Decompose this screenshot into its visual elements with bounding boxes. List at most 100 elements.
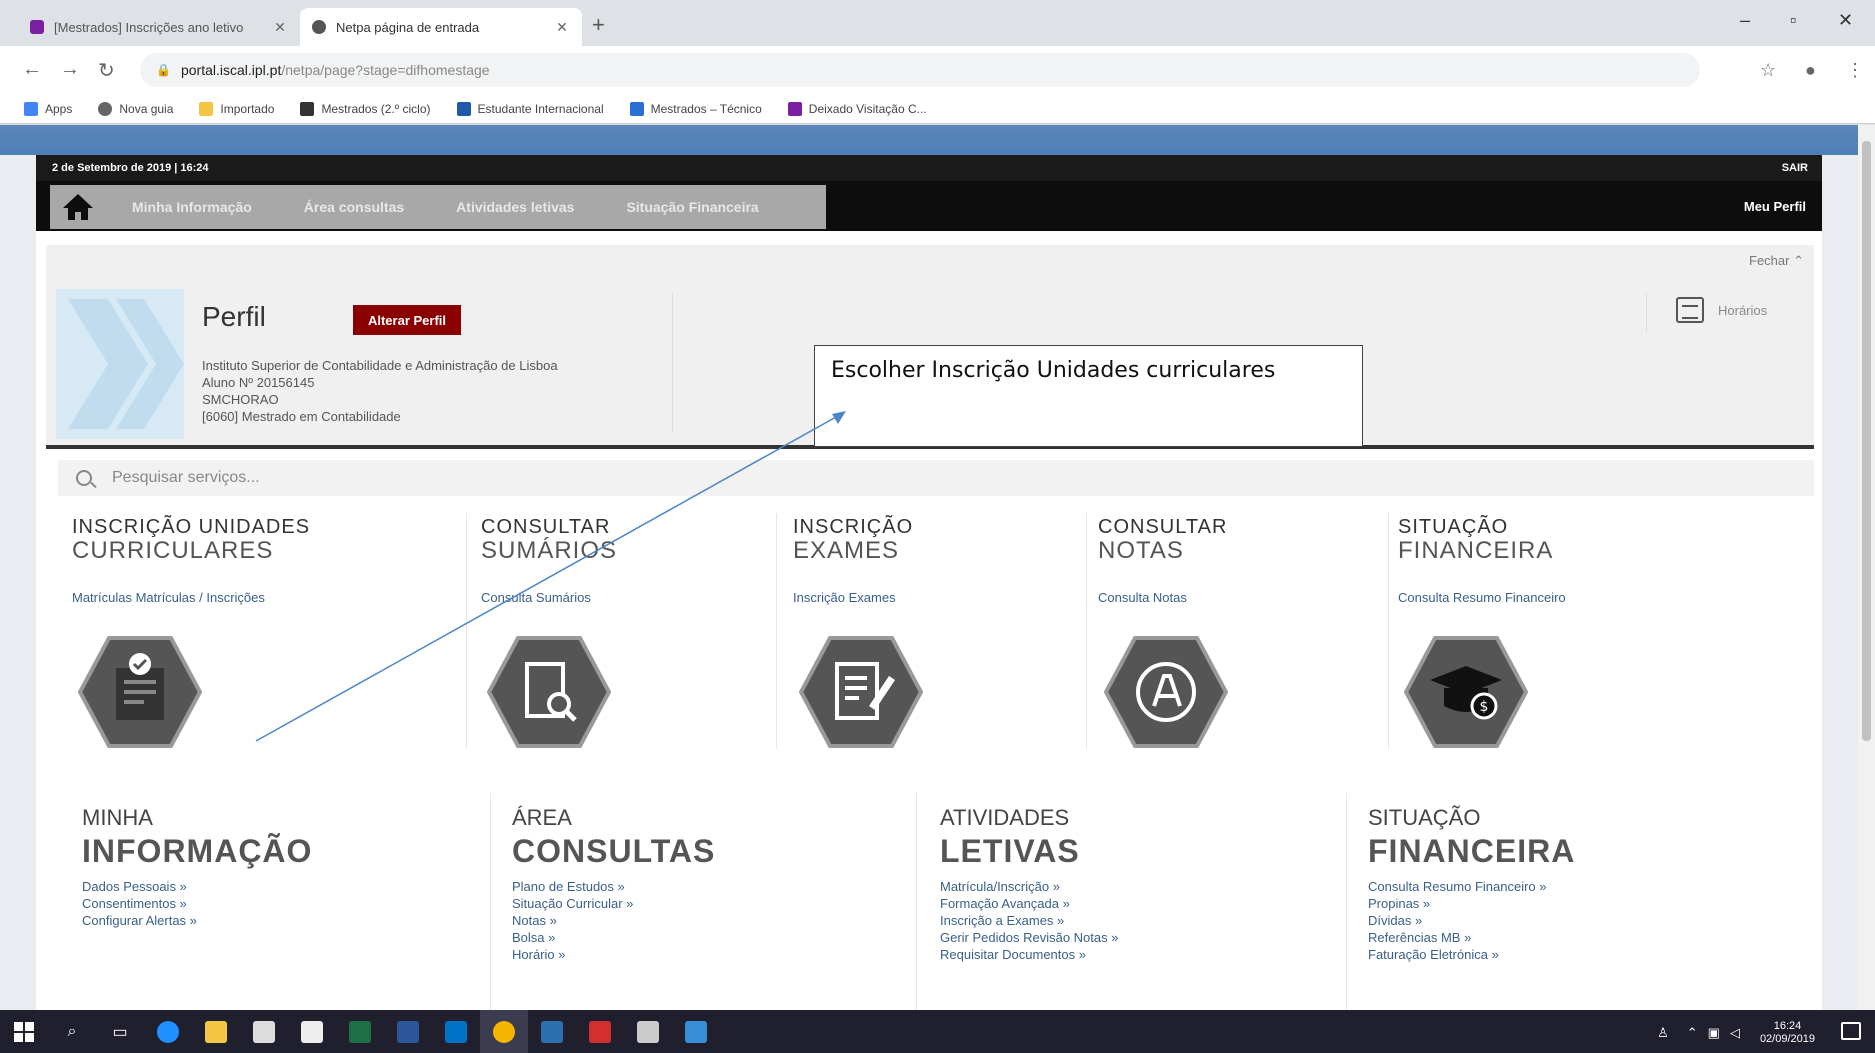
service-inscricao-exames[interactable]: INSCRIÇÃO EXAMES Inscrição Exames (793, 516, 1083, 748)
clock[interactable]: 16:24 02/09/2019 (1760, 1020, 1815, 1046)
clipboard-check-icon[interactable] (78, 636, 202, 748)
bookmark-importado[interactable]: Importado (199, 101, 274, 116)
category-link[interactable]: Inscrição a Exames » (940, 912, 1360, 929)
new-tab-plus-icon[interactable]: + (592, 12, 605, 38)
menu-area-consultas[interactable]: Área consultas (304, 199, 404, 215)
category-link[interactable]: Dados Pessoais » (82, 878, 502, 895)
search-services[interactable]: Pesquisar serviços... (58, 460, 1814, 496)
service-inscricao-ucs[interactable]: INSCRIÇÃO UNIDADES CURRICULARES Matrícul… (72, 516, 362, 748)
category-heading: ATIVIDADES (940, 805, 1070, 830)
service-consultar-notas[interactable]: CONSULTAR NOTAS Consulta Notas (1098, 516, 1388, 748)
page-scrollbar[interactable] (1858, 125, 1875, 1010)
divider (1086, 513, 1087, 749)
volume-icon[interactable]: ◁ (1730, 1025, 1740, 1041)
windows-start-icon[interactable] (0, 1010, 48, 1053)
word-icon[interactable] (384, 1010, 432, 1053)
chevron-up-icon[interactable]: ⌃ (1687, 1025, 1698, 1041)
category-link[interactable]: Propinas » (1368, 895, 1788, 912)
menu-dots-icon[interactable]: ⋮ (1846, 60, 1864, 81)
service-link[interactable]: Matrículas Matrículas / Inscrições (72, 590, 362, 605)
bookmark-estudante-internacional[interactable]: Estudante Internacional (456, 101, 604, 116)
category-link[interactable]: Requisitar Documentos » (940, 946, 1360, 963)
service-link[interactable]: Consulta Sumários (481, 590, 771, 605)
alterar-perfil-button[interactable]: Alterar Perfil (353, 305, 461, 335)
search-icon[interactable]: ⌕ (48, 1010, 96, 1053)
address-bar[interactable]: 🔒 portal.iscal.ipl.pt /netpa/page?stage=… (140, 53, 1700, 87)
category-link[interactable]: Plano de Estudos » (512, 878, 932, 895)
category-link[interactable]: Horário » (512, 946, 932, 963)
exam-edit-icon[interactable] (799, 636, 923, 748)
document-search-icon[interactable] (487, 636, 611, 748)
horarios-link[interactable]: Horários (1676, 297, 1767, 323)
meu-perfil-link[interactable]: Meu Perfil (1744, 199, 1806, 214)
profile-avatar-icon[interactable]: ● (1805, 60, 1816, 81)
app-icon[interactable] (624, 1010, 672, 1053)
chrome-icon[interactable] (480, 1010, 528, 1053)
acrobat-icon[interactable] (576, 1010, 624, 1053)
app-icon[interactable] (528, 1010, 576, 1053)
service-link[interactable]: Consulta Notas (1098, 590, 1388, 605)
maximize-icon[interactable]: ▫ (1790, 10, 1796, 31)
excel-icon[interactable] (336, 1010, 384, 1053)
category-link[interactable]: Bolsa » (512, 929, 932, 946)
menu-atividades-letivas[interactable]: Atividades letivas (456, 199, 574, 215)
edge-icon[interactable] (144, 1010, 192, 1053)
profile-aluno: Aluno Nº 20156145 (202, 375, 315, 390)
scrollbar-thumb[interactable] (1862, 141, 1871, 741)
menu-minha-informacao[interactable]: Minha Informação (132, 199, 252, 215)
category-link[interactable]: Faturação Eletrónica » (1368, 946, 1788, 963)
menu-situacao-financeira[interactable]: Situação Financeira (626, 199, 758, 215)
category-link[interactable]: Situação Curricular » (512, 895, 932, 912)
home-icon[interactable] (50, 185, 106, 229)
category-link[interactable]: Matrícula/Inscrição » (940, 878, 1360, 895)
sair-link[interactable]: SAIR (1782, 162, 1808, 174)
network-icon[interactable]: ▣ (1708, 1025, 1720, 1041)
bookmark-mestrados[interactable]: Mestrados (2.º ciclo) (300, 101, 431, 116)
clock-date: 02/09/2019 (1759, 1033, 1815, 1045)
category-links: Consulta Resumo Financeiro » Propinas » … (1368, 878, 1788, 963)
service-situacao-financeira[interactable]: SITUAÇÃO FINANCEIRA Consulta Resumo Fina… (1398, 516, 1688, 748)
service-link[interactable]: Inscrição Exames (793, 590, 1083, 605)
browser-tab-1[interactable]: [Mestrados] Inscrições ano letivo ✕ (18, 8, 300, 46)
category-link[interactable]: Formação Avançada » (940, 895, 1360, 912)
bookmark-visitacao[interactable]: Deixado Visitação C... (787, 101, 927, 116)
category-link[interactable]: Referências MB » (1368, 929, 1788, 946)
category-link[interactable]: Dívidas » (1368, 912, 1788, 929)
forward-arrow-icon[interactable]: → (60, 58, 80, 81)
service-consultar-sumarios[interactable]: CONSULTAR SUMÁRIOS Consulta Sumários (481, 516, 771, 748)
bookmark-nova-guia[interactable]: Nova guia (98, 101, 173, 116)
netpa-portal: 2 de Setembro de 2019 | 16:24 SAIR Minha… (36, 155, 1822, 1010)
category-link[interactable]: Consulta Resumo Financeiro » (1368, 878, 1788, 895)
back-arrow-icon[interactable]: ← (22, 58, 42, 81)
app-icon[interactable] (672, 1010, 720, 1053)
main-menu: Minha Informação Área consultas Atividad… (36, 181, 1822, 231)
search-input[interactable]: Pesquisar serviços... (112, 469, 260, 487)
tab-close-icon[interactable]: ✕ (272, 19, 288, 36)
file-explorer-icon[interactable] (192, 1010, 240, 1053)
service-subheading: NOTAS (1098, 537, 1184, 564)
search-icon (76, 470, 92, 486)
reload-icon[interactable]: ↻ (98, 58, 115, 83)
star-icon[interactable]: ☆ (1760, 60, 1776, 81)
mail-icon[interactable] (288, 1010, 336, 1053)
browser-tab-2[interactable]: Netpa página de entrada ✕ (300, 8, 582, 46)
service-link[interactable]: Consulta Resumo Financeiro (1398, 590, 1688, 605)
notification-icon[interactable] (1841, 1022, 1861, 1040)
bookmark-apps[interactable]: Apps (24, 101, 72, 116)
category-link[interactable]: Consentimentos » (82, 895, 502, 912)
bookmark-mestrados-tecnico[interactable]: Mestrados – Técnico (629, 101, 762, 116)
tab-close-icon[interactable]: ✕ (554, 19, 570, 36)
window-close-icon[interactable]: ✕ (1838, 10, 1853, 31)
outlook-icon[interactable] (432, 1010, 480, 1053)
grade-badge-icon[interactable] (1104, 636, 1228, 748)
fechar-link[interactable]: Fechar ⌃ (1749, 253, 1804, 269)
category-link[interactable]: Notas » (512, 912, 932, 929)
graduation-cap-money-icon[interactable]: $ (1404, 636, 1528, 748)
person-icon[interactable]: ♙ (1657, 1025, 1669, 1041)
folder-icon (199, 101, 214, 116)
category-link[interactable]: Configurar Alertas » (82, 912, 502, 929)
task-view-icon[interactable]: ▭ (96, 1010, 144, 1053)
category-link[interactable]: Gerir Pedidos Revisão Notas » (940, 929, 1360, 946)
store-icon[interactable] (240, 1010, 288, 1053)
minimize-icon[interactable]: – (1740, 10, 1750, 31)
